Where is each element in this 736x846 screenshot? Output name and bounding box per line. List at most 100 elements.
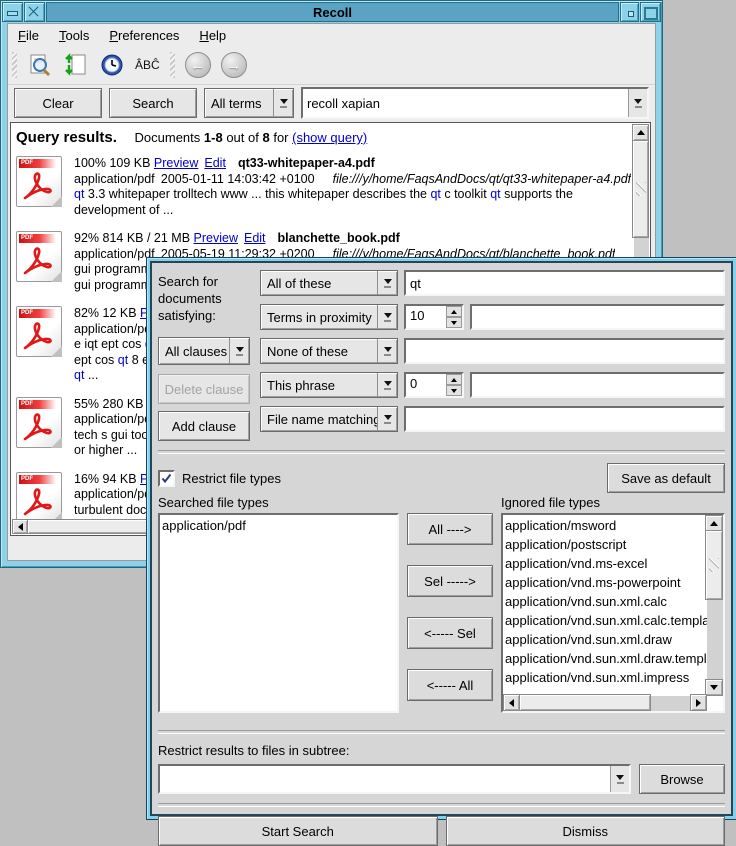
clause-terms-input[interactable] — [472, 306, 723, 328]
clause-terms-input[interactable] — [406, 408, 723, 430]
preview-link[interactable]: Preview — [154, 156, 198, 170]
spin-up-icon[interactable] — [446, 306, 462, 317]
ignored-type-item[interactable]: application/vnd.sun.xml.impress — [505, 668, 705, 687]
show-query-link[interactable]: (show query) — [292, 130, 367, 145]
spin-down-icon[interactable] — [446, 385, 462, 396]
move-selected-right-button[interactable]: Sel -----> — [407, 565, 493, 597]
ignored-type-item[interactable]: application/vnd.sun.xml.calc — [505, 592, 705, 611]
titlebar[interactable]: Recoll — [2, 2, 661, 22]
ignored-type-item[interactable]: application/vnd.ms-excel — [505, 554, 705, 573]
toolbar-handle[interactable] — [12, 52, 17, 78]
window-title: Recoll — [46, 2, 619, 22]
history-clock-icon[interactable] — [99, 52, 125, 78]
start-search-button[interactable]: Start Search — [158, 816, 438, 846]
scroll-left-icon[interactable] — [503, 694, 520, 711]
clause-terms-input[interactable] — [472, 374, 723, 396]
ignored-type-item[interactable]: application/vnd.sun.xml.draw.template — [505, 649, 705, 668]
proximity-spinbox[interactable]: 10 — [404, 304, 464, 330]
delete-clause-button[interactable]: Delete clause — [158, 374, 250, 404]
clause-type-combo[interactable]: Terms in proximity — [260, 304, 398, 330]
scroll-down-icon[interactable] — [705, 679, 723, 696]
window-menu-button[interactable] — [2, 2, 23, 22]
results-vscroll-thumb[interactable] — [632, 140, 649, 238]
forward-icon[interactable]: → — [221, 52, 247, 78]
move-selected-left-button[interactable]: <----- Sel — [407, 617, 493, 649]
show-preview-icon[interactable] — [27, 52, 53, 78]
edit-link[interactable]: Edit — [204, 156, 226, 170]
menu-item-help[interactable]: Help — [199, 28, 226, 43]
pdf-file-icon[interactable]: PDF — [16, 306, 62, 357]
ignored-type-item[interactable]: application/vnd.sun.xml.draw — [505, 630, 705, 649]
clause-terms-field — [404, 338, 725, 364]
spin-up-icon[interactable] — [446, 374, 462, 385]
proximity-spinbox[interactable]: 0 — [404, 372, 464, 398]
clause-type-label: This phrase — [261, 378, 377, 393]
chevron-down-icon[interactable] — [273, 89, 293, 117]
clause-type-combo[interactable]: All of these — [260, 270, 398, 296]
searched-type-item[interactable]: application/pdf — [162, 516, 395, 535]
searched-types-list[interactable]: application/pdf — [158, 513, 399, 713]
chevron-down-icon[interactable] — [628, 89, 647, 117]
pdf-file-icon[interactable]: PDF — [16, 472, 62, 522]
query-input[interactable] — [303, 96, 628, 111]
chevron-down-icon — [377, 373, 397, 397]
chevron-down-icon[interactable] — [610, 766, 629, 792]
search-mode-combo[interactable]: All terms — [204, 88, 294, 118]
add-clause-button[interactable]: Add clause — [158, 411, 250, 441]
clause-row-3: None of these — [260, 338, 725, 364]
satisfy-label: Search for documents satisfying: — [158, 270, 250, 337]
ignored-vscroll-thumb[interactable] — [705, 530, 723, 600]
ignored-hscroll-thumb[interactable] — [519, 694, 651, 711]
ignored-types-list[interactable]: application/mswordapplication/postscript… — [501, 513, 725, 713]
result-headline: 92% 814 KB / 21 MB PreviewEditblanchette… — [74, 231, 615, 247]
clause-terms-field — [470, 304, 725, 330]
clause-section: Search for documents satisfying: All cla… — [158, 270, 725, 441]
restrict-types-row: Restrict file types Save as default — [158, 463, 725, 493]
clause-type-combo[interactable]: File name matching — [260, 406, 398, 432]
minimize-icon[interactable] — [620, 2, 639, 22]
pdf-file-icon[interactable]: PDF — [16, 156, 62, 207]
chevron-down-icon — [377, 305, 397, 329]
move-all-right-button[interactable]: All ----> — [407, 513, 493, 545]
subtree-combo — [158, 764, 631, 794]
clear-button[interactable]: Clear — [14, 88, 102, 118]
clause-terms-input[interactable] — [406, 340, 723, 362]
clause-type-combo[interactable]: None of these — [260, 338, 398, 364]
preview-link[interactable]: Preview — [194, 231, 238, 245]
spin-down-icon[interactable] — [446, 317, 462, 328]
menu-item-file[interactable]: File — [18, 28, 39, 43]
save-as-default-button[interactable]: Save as default — [607, 463, 725, 493]
ignored-type-item[interactable]: application/vnd.ms-powerpoint — [505, 573, 705, 592]
menu-item-preferences[interactable]: Preferences — [109, 28, 179, 43]
pdf-file-icon[interactable]: PDF — [16, 231, 62, 282]
close-icon[interactable] — [24, 2, 45, 22]
result-item: PDF100% 109 KB PreviewEditqt33-whitepape… — [16, 156, 635, 218]
results-header: Query results. Documents 1-8 out of 8 fo… — [16, 129, 635, 146]
scroll-up-icon[interactable] — [632, 124, 649, 141]
scroll-right-icon[interactable] — [690, 694, 707, 711]
dialog-actions: Start Search Dismiss — [158, 816, 725, 846]
spellcheck-abc-icon[interactable]: ÂBĈ — [135, 58, 160, 72]
sort-results-icon[interactable] — [63, 52, 89, 78]
search-button[interactable]: Search — [109, 88, 197, 118]
conjunction-combo[interactable]: All clauses — [158, 337, 250, 365]
ignored-type-item[interactable]: application/msword — [505, 516, 705, 535]
move-all-left-button[interactable]: <----- All — [407, 669, 493, 701]
ignored-type-item[interactable]: application/vnd.sun.xml.calc.template — [505, 611, 705, 630]
ignored-types-label: Ignored file types — [501, 495, 725, 513]
back-icon[interactable]: ← — [185, 52, 211, 78]
ignored-type-item[interactable]: application/postscript — [505, 535, 705, 554]
clause-type-combo[interactable]: This phrase — [260, 372, 398, 398]
subtree-input[interactable] — [160, 772, 610, 787]
pdf-file-icon[interactable]: PDF — [16, 397, 62, 448]
separator — [158, 730, 725, 734]
maximize-icon[interactable] — [640, 2, 661, 22]
clause-terms-input[interactable] — [406, 272, 723, 294]
browse-button[interactable]: Browse — [639, 764, 725, 794]
toolbar-handle[interactable] — [170, 52, 175, 78]
edit-link[interactable]: Edit — [244, 231, 266, 245]
dismiss-button[interactable]: Dismiss — [446, 816, 726, 846]
restrict-file-types-checkbox[interactable] — [158, 470, 175, 487]
scroll-left-icon[interactable] — [12, 519, 28, 534]
menu-item-tools[interactable]: Tools — [59, 28, 89, 43]
